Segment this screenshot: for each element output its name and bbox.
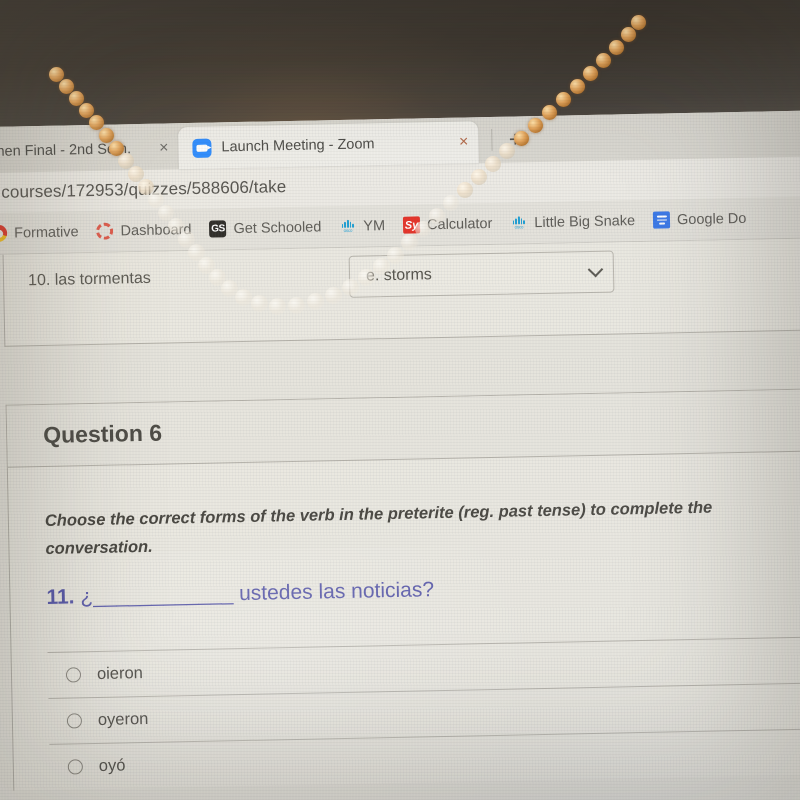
matching-select-10[interactable]: e. storms [348, 250, 615, 298]
cisco-icon: cisco [339, 218, 356, 235]
bookmark-label: Formative [13, 223, 79, 242]
question-6-box: Question 6 1 pts Choose the correct form… [5, 387, 800, 791]
radio-button-icon[interactable] [67, 759, 83, 775]
question-prompt: 11. ¿____________ ustedes las noticias? [46, 570, 800, 610]
quiz-page: 10. las tormentas e. storms Question 6 1… [0, 237, 800, 800]
bookmark-dashboard[interactable]: Dashboard [96, 221, 192, 240]
prompt-text: ¿____________ ustedes las noticias? [80, 577, 435, 609]
cisco-icon-text: cisco [343, 227, 353, 234]
answer-label: oyó [98, 756, 126, 775]
bookmark-label: Get Schooled [233, 218, 322, 237]
sy-icon: Sy [402, 216, 421, 234]
bookmark-label: Calculator [426, 215, 493, 233]
matching-item-number: 10. [27, 271, 51, 290]
tab-examen-final[interactable]: men Final - 2nd Sem. × [0, 127, 179, 173]
select-value: e. storms [365, 266, 433, 285]
matching-item-10: 10. las tormentas [4, 252, 151, 291]
bookmark-label: Google Do [676, 210, 747, 228]
bookmark-google-docs[interactable]: Google Do [652, 210, 747, 229]
bookmark-label: YM [363, 217, 386, 235]
bookmark-calculator[interactable]: Sy Calculator [402, 215, 493, 234]
radio-button-icon[interactable] [66, 713, 83, 729]
radio-button-icon[interactable] [65, 667, 82, 683]
bookmark-little-big-snake[interactable]: cisco Little Big Snake [510, 212, 635, 232]
cisco-icon-text: cisco [514, 224, 524, 230]
dashed-circle-icon [96, 222, 114, 240]
question-body: Choose the correct forms of the verb in … [8, 450, 800, 790]
tab-separator [491, 128, 493, 151]
tab-title: men Final - 2nd Sem. [0, 141, 132, 160]
previous-question-box: 10. las tormentas e. storms [2, 237, 800, 347]
tab-close-icon[interactable]: × [145, 139, 169, 156]
bookmark-get-schooled[interactable]: GS Get Schooled [209, 218, 322, 238]
answer-label: oyeron [97, 709, 149, 729]
bookmark-ym[interactable]: cisco YM [339, 217, 385, 235]
bookmark-formative[interactable]: Formative [0, 223, 79, 243]
answer-label: oieron [96, 663, 144, 683]
tab-title: Launch Meeting - Zoom [221, 136, 375, 156]
chevron-down-icon [587, 261, 604, 277]
google-docs-icon [652, 211, 671, 229]
gs-icon: GS [209, 220, 227, 238]
chrome-icon [0, 224, 8, 243]
page-title: Question 6 [42, 419, 163, 448]
answer-list: oieron oyeron oyó [47, 635, 800, 790]
new-tab-button[interactable]: + [500, 124, 531, 155]
bookmark-label: Dashboard [120, 221, 192, 239]
tab-launch-meeting-zoom[interactable]: Launch Meeting - Zoom × [178, 121, 479, 170]
zoom-icon [192, 138, 212, 158]
monitor-photo: men Final - 2nd Sem. × Launch Meeting - … [0, 0, 800, 800]
cisco-icon: cisco [510, 214, 527, 231]
bookmark-label: Little Big Snake [534, 212, 636, 231]
browser-window: men Final - 2nd Sem. × Launch Meeting - … [0, 109, 800, 800]
prompt-number: 11. [46, 585, 75, 609]
url-text: courses/172953/quizzes/588606/take [1, 177, 287, 202]
tab-close-icon[interactable]: × [445, 133, 469, 150]
question-instruction: Choose the correct forms of the verb in … [44, 498, 713, 559]
matching-item-text: las tormentas [54, 269, 151, 289]
